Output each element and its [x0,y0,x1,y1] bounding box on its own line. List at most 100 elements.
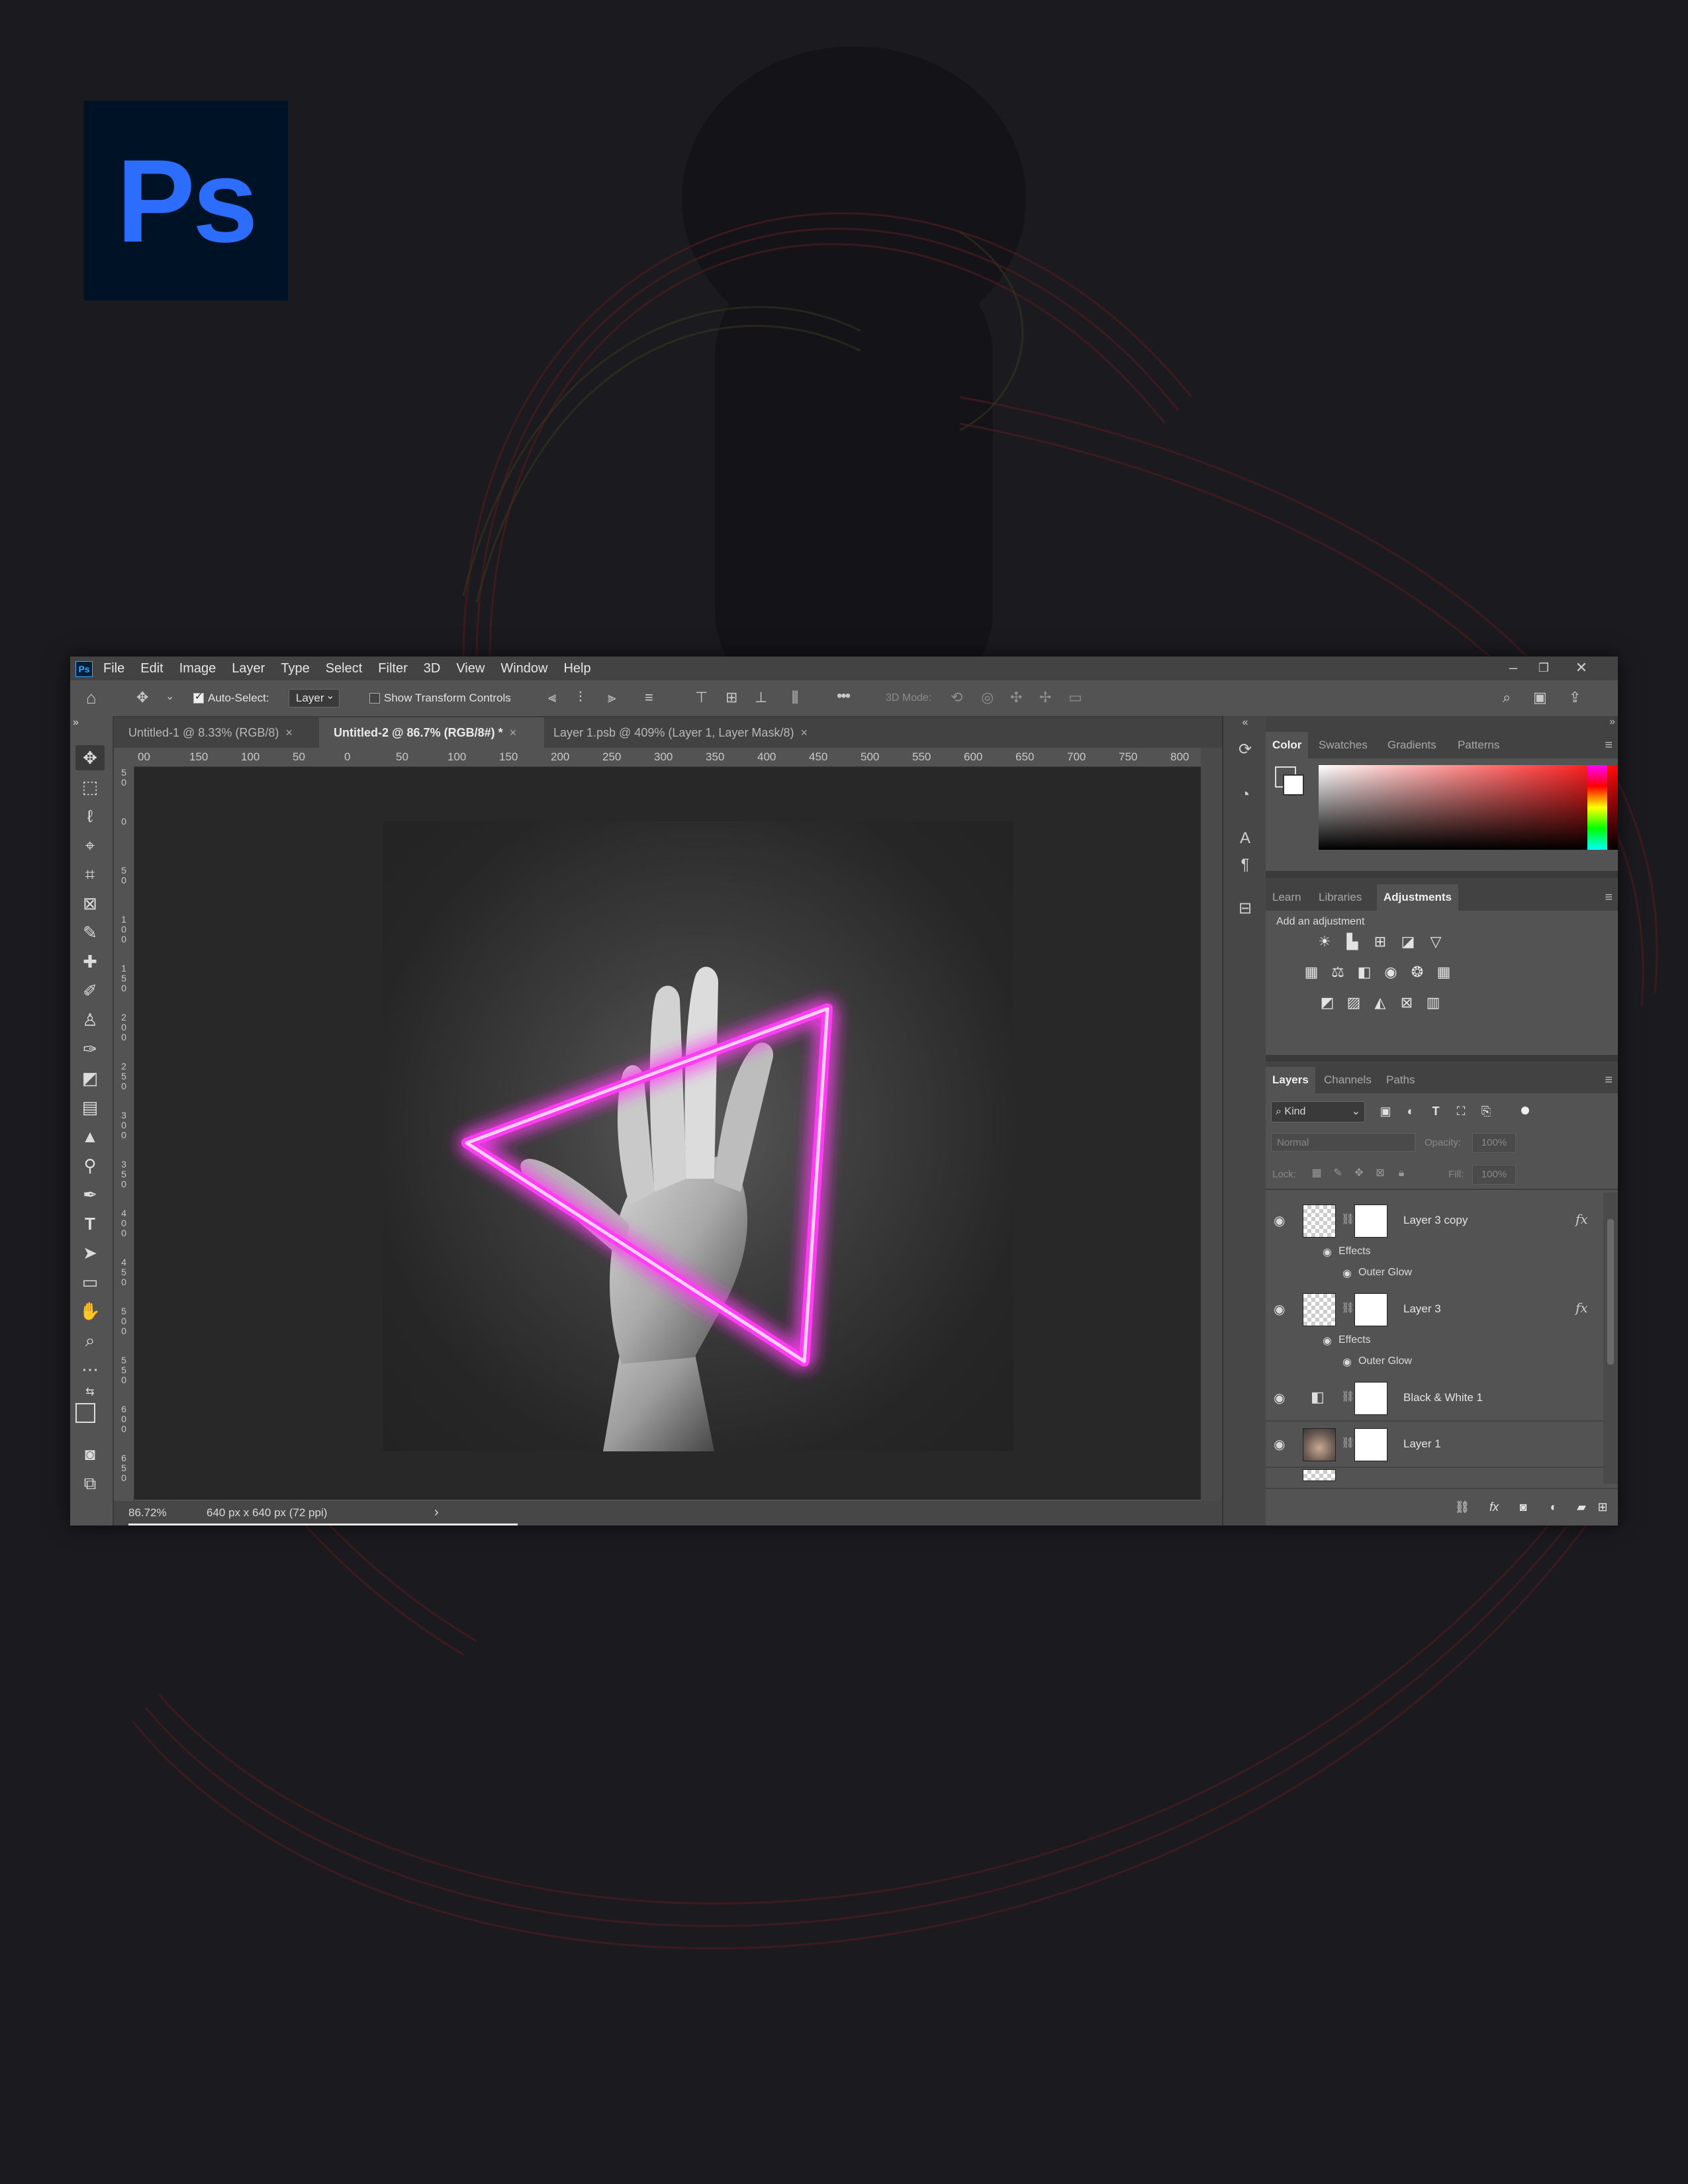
align-left-icon[interactable]: ⫷ [548,690,556,705]
collapse-dock-icon[interactable]: « [1234,716,1256,729]
tab-swatches[interactable]: Swatches [1312,732,1374,758]
auto-select-target-dropdown[interactable]: Layer [289,688,340,707]
hue-sat-icon[interactable]: ▦ [1301,962,1321,982]
app-icon[interactable]: Ps [75,661,93,677]
layer-name[interactable]: Layer 3 copy [1403,1214,1468,1227]
menu-type[interactable]: Type [281,661,309,676]
tool-preset-chevron-icon[interactable]: ⌄ [165,689,174,705]
close-tab-icon[interactable]: × [510,726,517,739]
3d-scale-icon[interactable]: ▭ [1068,690,1082,705]
channel-mixer-icon[interactable]: ❂ [1407,962,1427,982]
visibility-eye-icon[interactable]: ◉ [1274,1301,1285,1318]
libraries-panel-icon[interactable]: ⊟ [1234,897,1256,920]
color-lookup-icon[interactable]: ▦ [1434,962,1454,982]
eye-icon[interactable]: ◉ [1342,1355,1352,1369]
clone-stamp-tool-icon[interactable]: ♙ [75,1007,105,1032]
crop-tool-icon[interactable]: ⌗ [75,862,105,887]
lasso-tool-icon[interactable]: ℓ [75,803,105,829]
lock-position-icon[interactable]: ✥ [1349,1163,1369,1183]
eraser-tool-icon[interactable]: ◩ [75,1066,105,1091]
fill-field[interactable]: 100% [1472,1165,1516,1185]
eye-icon[interactable]: ◉ [1323,1246,1332,1259]
layer-filter-dropdown[interactable]: ⌕ Kind ⌄ [1271,1101,1365,1122]
tab-layers[interactable]: Layers [1266,1067,1315,1093]
layer-row-layer-3[interactable]: ◉ ⛓ Layer 3 fx [1266,1288,1603,1333]
add-layer-style-icon[interactable]: fx [1484,1497,1504,1517]
3d-slide-icon[interactable]: ✢ [1039,690,1051,705]
menu-edit[interactable]: Edit [140,661,163,676]
filter-pixel-icon[interactable]: ▣ [1376,1101,1395,1121]
doc-tab-untitled-1[interactable]: Untitled-1 @ 8.33% (RGB/8) × [114,717,320,748]
hand-tool-icon[interactable]: ✋ [75,1298,105,1324]
show-transform-checkbox[interactable]: Show Transform Controls [369,690,511,707]
filter-smart-object-icon[interactable]: ⎘ [1476,1101,1496,1121]
layer-row-layer-3-copy[interactable]: ◉ ⛓ Layer 3 copy fx [1266,1199,1603,1244]
background-color-chip[interactable] [1283,774,1304,796]
blur-tool-icon[interactable]: ▲ [75,1124,105,1149]
quick-select-tool-icon[interactable]: ⌖ [75,833,105,858]
filter-shape-icon[interactable]: ⛶ [1451,1101,1471,1121]
tab-channels[interactable]: Channels [1317,1067,1378,1093]
exposure-icon[interactable]: ◪ [1398,932,1418,952]
menu-help[interactable]: Help [563,661,590,676]
layer-name[interactable]: Layer 1 [1403,1437,1441,1451]
hue-slider[interactable] [1587,765,1607,850]
align-top-icon[interactable]: ⊤ [695,690,708,705]
paragraph-panel-icon[interactable]: ¶ [1234,854,1256,876]
close-tab-icon[interactable]: × [285,726,293,739]
distribute-icon[interactable]: ≡ [645,690,653,705]
align-vcenter-icon[interactable]: ⊞ [726,690,737,705]
search-icon[interactable]: ⌕ [1503,690,1511,705]
layer-mask-thumbnail[interactable] [1354,1293,1387,1326]
collapse-tools-icon[interactable]: » [73,716,102,729]
color-balance-icon[interactable]: ⚖ [1328,962,1348,982]
more-options-icon[interactable]: ••• [837,688,851,704]
tab-gradients[interactable]: Gradients [1381,732,1443,758]
outer-glow-effect[interactable]: Outer Glow [1358,1355,1412,1367]
brightness-icon[interactable]: ☀ [1315,932,1335,952]
layer-mask-thumbnail[interactable] [1354,1382,1387,1415]
move-tool-icon[interactable]: ✥ [75,745,105,770]
layers-scrollbar[interactable] [1603,1193,1618,1484]
filter-toggle-icon[interactable] [1521,1107,1529,1115]
character-panel-icon[interactable]: A [1234,827,1256,850]
visibility-eye-icon[interactable]: ◉ [1274,1436,1285,1453]
properties-panel-icon[interactable]: ◔ [1234,784,1256,806]
eye-icon[interactable]: ◉ [1323,1334,1332,1347]
photo-filter-icon[interactable]: ◉ [1381,962,1401,982]
black-white-icon[interactable]: ◧ [1354,962,1374,982]
menu-layer[interactable]: Layer [232,661,265,676]
tab-libraries[interactable]: Libraries [1312,884,1368,911]
blend-mode-dropdown[interactable]: Normal [1271,1133,1415,1152]
lock-image-icon[interactable]: ✎ [1328,1163,1348,1183]
layers-scroll-thumb[interactable] [1607,1219,1614,1365]
add-mask-icon[interactable]: ◙ [1513,1497,1533,1517]
brush-tool-icon[interactable]: ✐ [75,978,105,1003]
close-window-button[interactable]: ✕ [1566,658,1597,678]
frame-tool-icon[interactable]: ⊠ [75,891,105,916]
panel-menu-icon[interactable]: ≡ [1605,1067,1613,1093]
layer-mask-thumbnail[interactable] [1354,1428,1387,1461]
outer-glow-effect[interactable]: Outer Glow [1358,1267,1412,1279]
opacity-field[interactable]: 100% [1472,1133,1516,1153]
lock-transparent-icon[interactable]: ▦ [1307,1163,1327,1183]
dodge-tool-icon[interactable]: ⚲ [75,1153,105,1178]
lock-all-icon[interactable]: 🔒︎ [1391,1163,1411,1183]
menu-image[interactable]: Image [179,661,216,676]
marquee-tool-icon[interactable]: ⬚ [75,774,105,799]
quick-mask-icon[interactable]: ◙ [75,1441,105,1467]
tab-learn[interactable]: Learn [1266,884,1307,911]
visibility-eye-icon[interactable]: ◉ [1274,1212,1285,1229]
tab-color[interactable]: Color [1266,732,1309,758]
layer-name[interactable]: Layer 3 [1403,1302,1441,1316]
rectangle-tool-icon[interactable]: ▭ [75,1269,105,1295]
align-right-icon[interactable]: ⫸ [608,690,616,705]
home-icon[interactable]: ⌂ [86,689,97,706]
layer-name[interactable]: Black & White 1 [1403,1391,1483,1404]
menu-file[interactable]: File [103,661,124,676]
filter-type-icon[interactable]: T [1426,1101,1446,1121]
new-group-icon[interactable]: ▰ [1571,1497,1591,1517]
vertical-scrollbar[interactable] [1201,748,1222,1501]
invert-icon[interactable]: ◩ [1317,993,1337,1013]
menu-view[interactable]: View [456,661,485,676]
